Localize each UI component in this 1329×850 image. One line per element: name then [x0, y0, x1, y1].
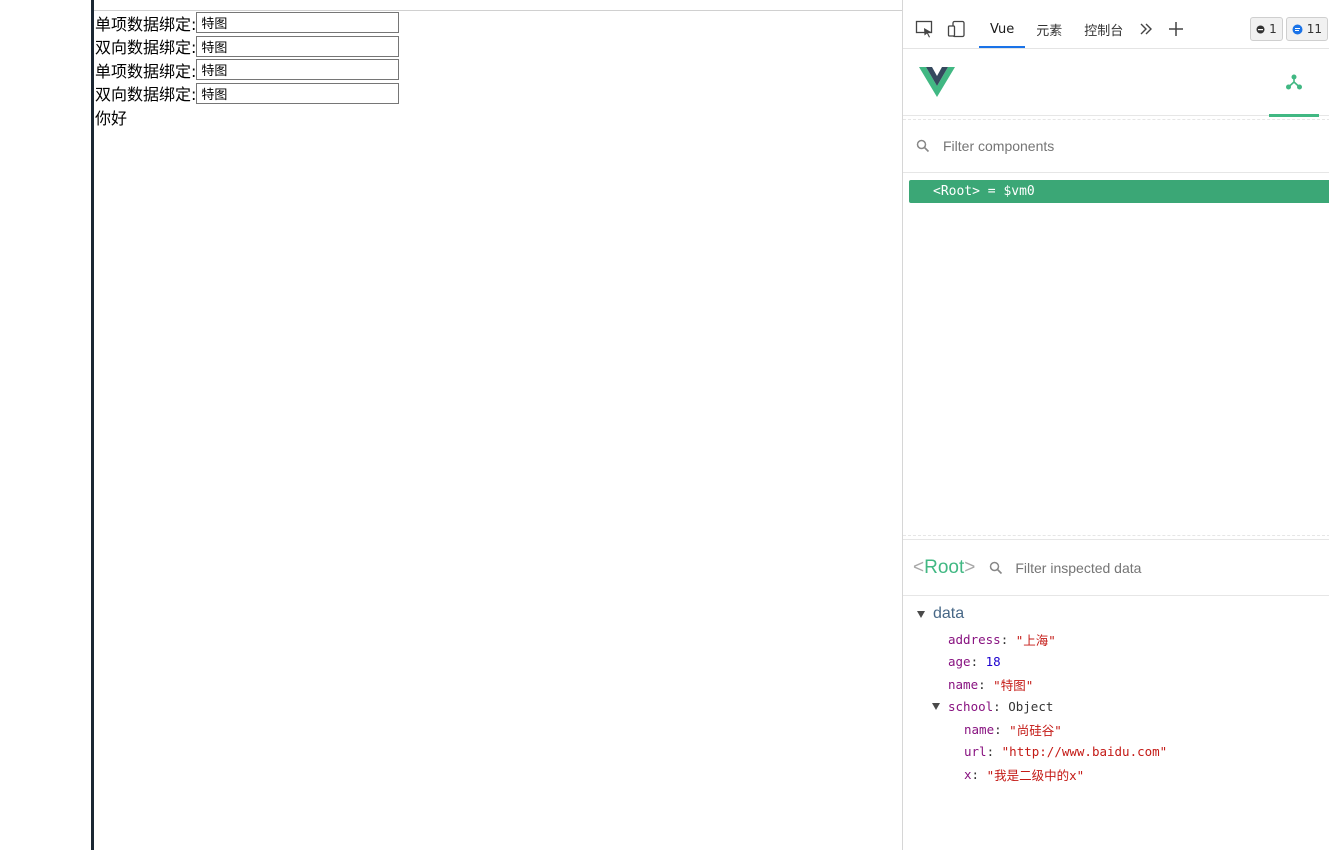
- data-property[interactable]: address: "上海": [903, 628, 1329, 651]
- component-tree-root[interactable]: <Root> = $vm0: [909, 180, 1329, 203]
- data-property[interactable]: url: "http://www.baidu.com": [903, 741, 1329, 764]
- data-property[interactable]: x: "我是二级中的x": [903, 763, 1329, 786]
- data-section-toggle[interactable]: data: [903, 600, 1329, 628]
- filter-inspected-data-input[interactable]: [1013, 558, 1268, 577]
- inspected-component-title: <Root>: [913, 556, 976, 578]
- components-tab-icon[interactable]: [1269, 49, 1319, 117]
- message-count: 11: [1306, 22, 1322, 36]
- binding-label: 双向数据绑定:: [95, 85, 197, 105]
- filter-components-bar: [903, 119, 1329, 173]
- binding-row: 双向数据绑定:: [95, 35, 901, 59]
- devtools-toolbar: Vue 元素 控制台 1 11: [903, 10, 1329, 49]
- vue-devtools-header: [903, 49, 1329, 117]
- window-border: [91, 0, 94, 850]
- binding-label: 单项数据绑定:: [95, 14, 197, 34]
- error-icon: [1256, 25, 1265, 33]
- tab-vue[interactable]: Vue: [979, 10, 1026, 48]
- data-property[interactable]: name: "特图": [903, 673, 1329, 696]
- inspector-header: <Root>: [903, 540, 1329, 596]
- search-icon: [990, 561, 1003, 574]
- two-way-input[interactable]: [196, 35, 400, 57]
- error-count-badge[interactable]: 1: [1250, 17, 1283, 41]
- error-count: 1: [1269, 22, 1277, 36]
- inspect-element-icon[interactable]: [913, 17, 937, 41]
- message-count-badge[interactable]: 11: [1285, 17, 1328, 41]
- binding-row: 单项数据绑定:: [95, 58, 901, 82]
- more-tabs-icon[interactable]: [1134, 17, 1158, 41]
- data-section: data address: "上海" age: 18 name: "特图" sc…: [903, 600, 1329, 786]
- left-gutter: [0, 0, 91, 850]
- devtools-panel: Vue 元素 控制台 1 11 <Root> = $vm0: [902, 0, 1329, 850]
- data-property-object[interactable]: school: Object: [903, 696, 1329, 719]
- page-content: 单项数据绑定: 双向数据绑定: 单项数据绑定: 双向数据绑定: 你好: [95, 11, 901, 850]
- binding-label: 单项数据绑定:: [95, 61, 197, 81]
- data-property[interactable]: name: "尚硅谷": [903, 718, 1329, 741]
- binding-label: 双向数据绑定:: [95, 38, 197, 58]
- binding-row: 单项数据绑定:: [95, 11, 901, 35]
- collapse-triangle-icon: [932, 703, 940, 711]
- binding-row: 双向数据绑定:: [95, 82, 901, 106]
- collapse-triangle-icon: [917, 610, 925, 618]
- hello-text: 你好: [95, 109, 128, 128]
- vue-logo-icon: [919, 67, 955, 101]
- device-toolbar-icon[interactable]: [945, 17, 969, 41]
- two-way-input[interactable]: [196, 82, 400, 104]
- tab-console[interactable]: 控制台: [1073, 10, 1134, 48]
- data-section-label: data: [933, 605, 965, 622]
- one-way-input[interactable]: [196, 12, 400, 34]
- one-way-input[interactable]: [196, 59, 400, 81]
- data-property[interactable]: age: 18: [903, 651, 1329, 674]
- search-icon: [916, 139, 930, 153]
- add-tab-icon[interactable]: [1164, 17, 1188, 41]
- message-icon: [1292, 24, 1303, 34]
- tab-elements[interactable]: 元素: [1025, 10, 1073, 48]
- filter-components-input[interactable]: [941, 137, 1245, 155]
